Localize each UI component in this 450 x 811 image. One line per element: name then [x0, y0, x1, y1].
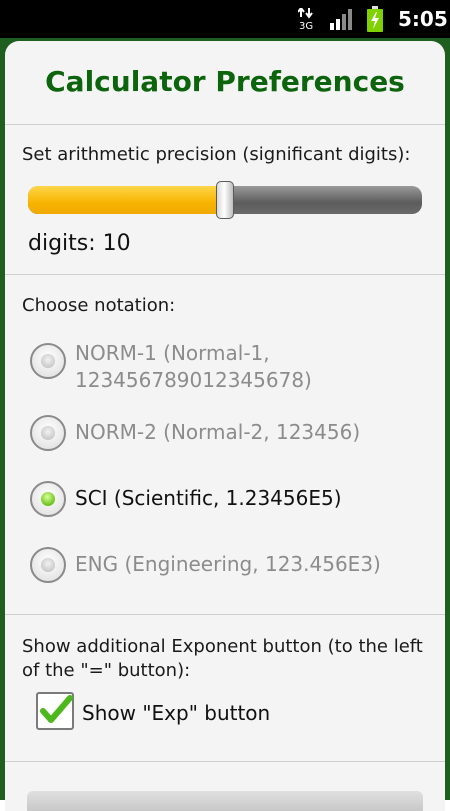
divider — [5, 761, 445, 762]
precision-slider-thumb[interactable] — [216, 181, 234, 219]
status-bar: 3G 5:05 — [0, 0, 450, 38]
digits-value: digits: 10 — [28, 231, 131, 256]
dialog-frame: Calculator Preferences Set arithmetic pr… — [0, 38, 450, 811]
radio-button[interactable] — [30, 481, 66, 517]
exponent-label-line: of the "=" button): — [22, 660, 191, 681]
show-exp-checkbox[interactable] — [36, 692, 74, 730]
clock: 5:05 — [398, 7, 448, 31]
option-line: NORM-2 (Normal-2, 123456) — [75, 420, 361, 444]
checkmark-icon — [40, 695, 73, 723]
divider — [5, 274, 445, 275]
radio-button[interactable] — [30, 415, 66, 451]
dialog-title: Calculator Preferences — [45, 65, 405, 98]
option-text: ENG (Engineering, 123.456E3) — [75, 551, 415, 578]
option-line: ENG (Engineering, 123.456E3) — [75, 552, 381, 576]
precision-label: Set arithmetic precision (significant di… — [22, 144, 411, 165]
radio-button[interactable] — [30, 547, 66, 583]
data-activity-icon: 3G — [298, 8, 313, 30]
exponent-label-line: Show additional Exponent button (to the … — [22, 636, 423, 657]
exponent-label: Show additional Exponent button (to the … — [22, 635, 423, 683]
option-line: SCI (Scientific, 1.23456E5) — [75, 486, 342, 510]
radio-dot — [41, 492, 55, 506]
option-text: NORM-1 (Normal-1, 123456789012345678) — [75, 340, 415, 394]
precision-slider-fill — [28, 186, 225, 214]
show-exp-label[interactable]: Show "Exp" button — [82, 701, 270, 725]
option-line: NORM-1 (Normal-1, — [75, 341, 270, 365]
radio-dot — [41, 354, 55, 368]
radio-dot — [41, 426, 55, 440]
preferences-dialog: Calculator Preferences Set arithmetic pr… — [5, 41, 445, 811]
option-text: SCI (Scientific, 1.23456E5) — [75, 485, 415, 512]
notation-label: Choose notation: — [22, 295, 176, 316]
signal-icon — [330, 9, 352, 30]
radio-button[interactable] — [30, 343, 66, 379]
divider — [5, 124, 445, 125]
divider — [5, 614, 445, 615]
button-bar — [27, 791, 423, 811]
battery-charging-icon — [367, 6, 383, 32]
option-text: NORM-2 (Normal-2, 123456) — [75, 419, 415, 446]
option-line: 123456789012345678) — [75, 368, 312, 392]
radio-dot — [41, 558, 55, 572]
network-type-label: 3G — [299, 21, 313, 30]
